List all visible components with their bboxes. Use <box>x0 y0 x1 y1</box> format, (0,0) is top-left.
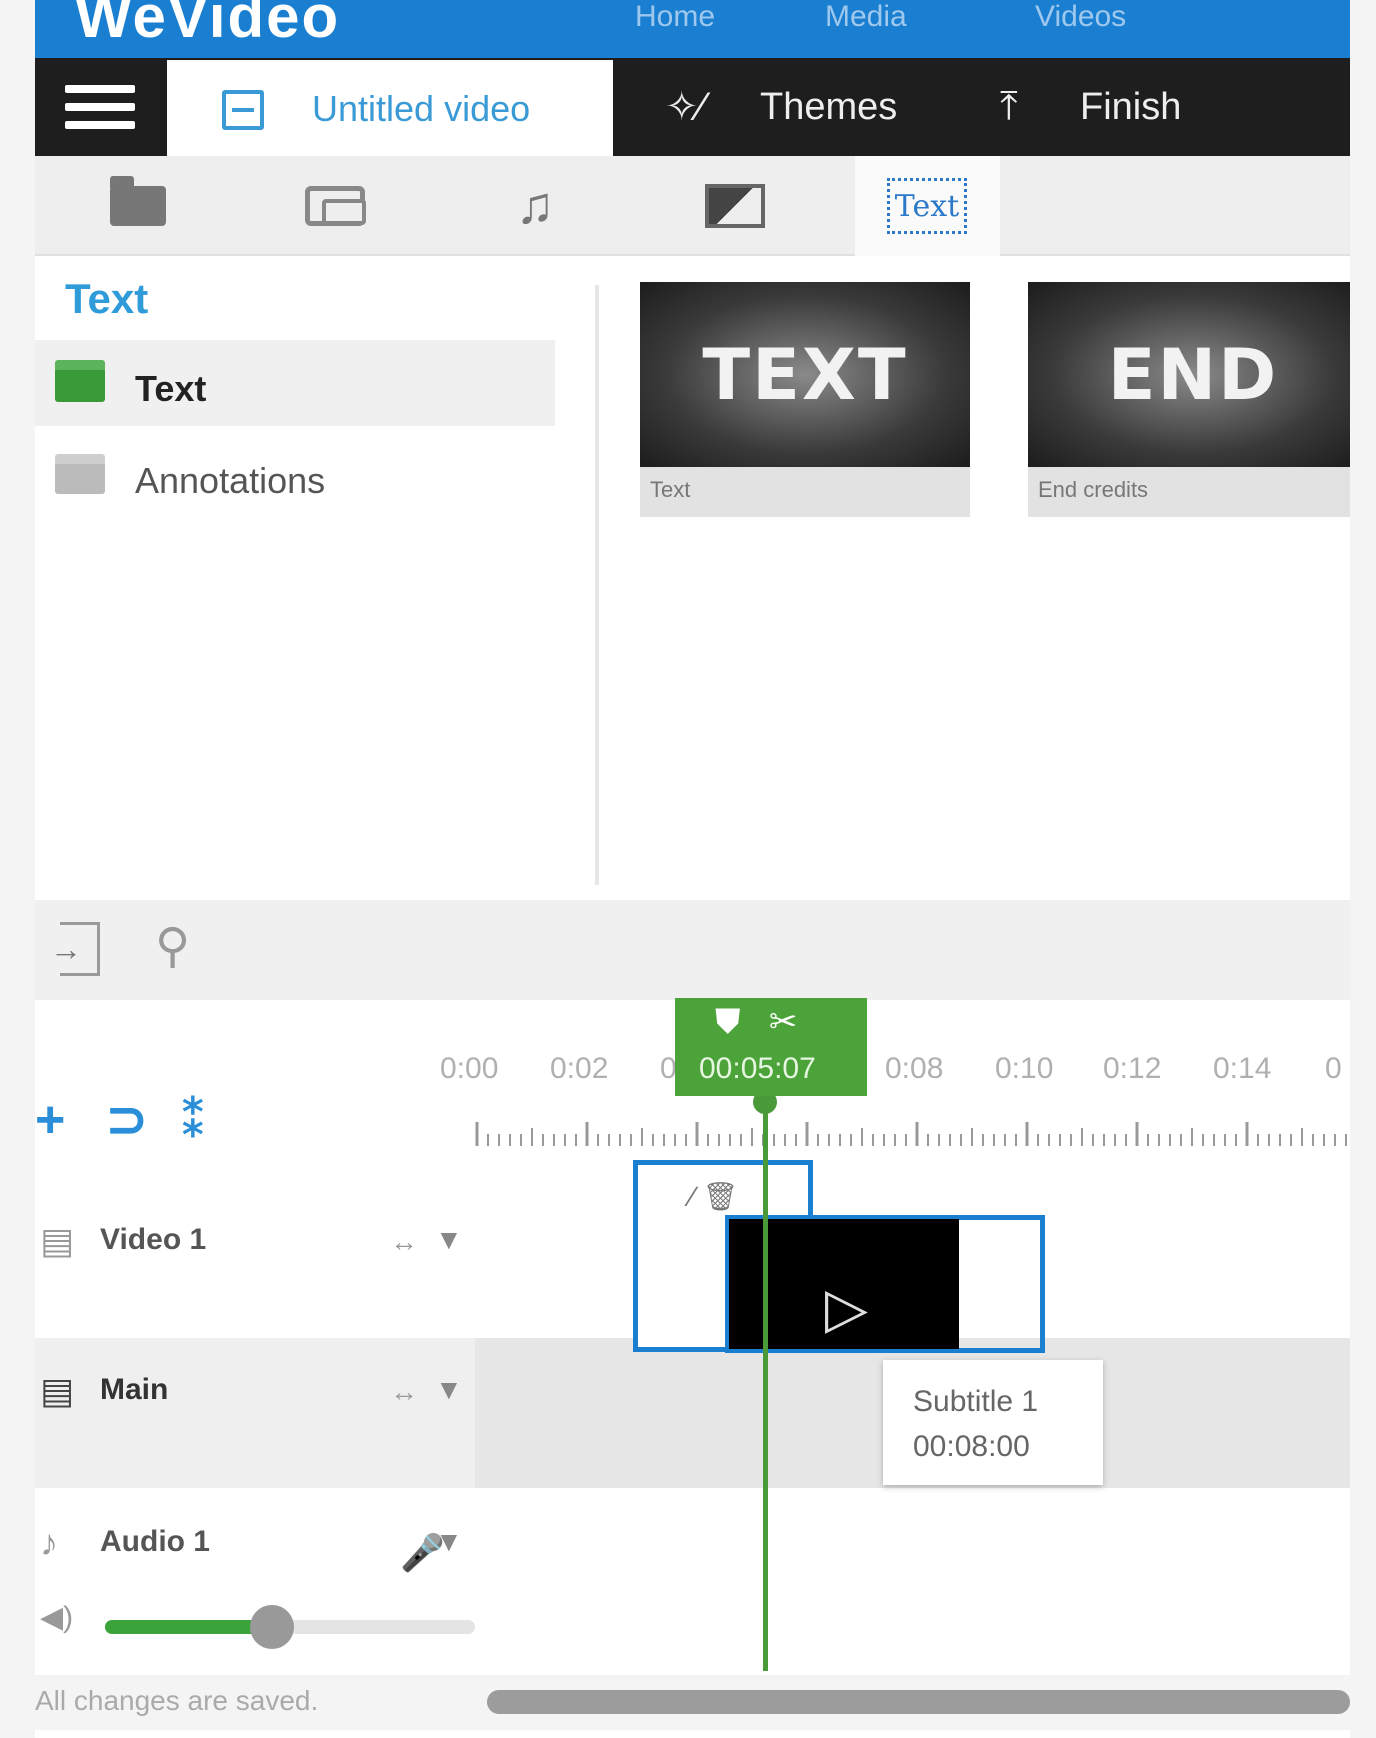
music-note-icon: ♫ <box>515 177 555 235</box>
tab-project[interactable]: Untitled video <box>167 60 613 156</box>
media-toolbar: ♫ Text <box>35 156 1350 256</box>
ruler-label: 0 <box>1325 1052 1342 1085</box>
split-scissors-icon[interactable]: ⛊ ✂ <box>715 1002 797 1042</box>
transitions-button[interactable] <box>300 174 370 238</box>
lock-icon[interactable]: ↔ <box>390 1376 418 1408</box>
tab-finish-label: Finish <box>1080 86 1182 128</box>
transitions-icon <box>305 186 366 226</box>
tooltip-title: Subtitle 1 <box>913 1385 1039 1418</box>
save-status: All changes are saved. <box>35 1685 319 1716</box>
overlay-button[interactable] <box>700 174 770 238</box>
folder-icon <box>110 176 166 226</box>
template-caption: End credits <box>1038 477 1149 502</box>
nav-videos[interactable]: Videos <box>1035 0 1126 34</box>
timeline-scrollbar[interactable] <box>487 1690 1350 1714</box>
text-tool-button[interactable]: Text <box>855 156 1000 256</box>
folder-icon <box>55 454 105 494</box>
playhead-time: 00:05:07 <box>699 1052 816 1085</box>
thumbnail-text: TEXT <box>702 333 908 416</box>
mouse-cursor-icon: ▷ <box>825 1276 869 1339</box>
library-title: Text <box>65 275 149 322</box>
clip-actions[interactable]: ∕ 🗑 <box>690 1180 738 1213</box>
tab-bar: Untitled video ✧∕ Themes ⤒ Finish <box>35 58 1350 156</box>
track-header-main[interactable]: ▤ Main ↔ ▼ <box>35 1338 475 1488</box>
ruler-label: 0:08 <box>885 1052 944 1085</box>
category-text[interactable]: Text <box>35 340 555 426</box>
brand-bar: WeVideo Home Media Videos <box>35 0 1350 58</box>
template-thumbnail: TEXT <box>640 282 970 467</box>
import-icon[interactable] <box>50 922 100 976</box>
timeline-toolbar: ⚲ <box>35 900 1350 1000</box>
add-track-icon[interactable]: + <box>35 1090 65 1150</box>
category-annotations[interactable]: Annotations <box>35 432 555 512</box>
film-icon <box>222 90 264 130</box>
chevron-down-icon[interactable]: ▼ <box>435 1374 463 1406</box>
track-label: Main <box>100 1373 169 1406</box>
microphone-icon[interactable]: 🎤 <box>400 1532 445 1574</box>
upload-icon: ⤒ <box>1000 84 1018 128</box>
track-label: Audio 1 <box>100 1525 210 1558</box>
template-caption: Text <box>650 477 691 502</box>
audio-button[interactable]: ♫ <box>500 174 570 238</box>
ruler-label: 0:10 <box>995 1052 1054 1085</box>
volume-icon[interactable]: ◀) <box>40 1600 73 1635</box>
music-note-icon: ♪ <box>40 1522 58 1563</box>
panel-divider <box>595 285 599 885</box>
volume-slider-fill <box>105 1620 272 1634</box>
editor-window: WeVideo Home Media Videos Untitled video… <box>35 0 1350 1738</box>
chevron-down-icon[interactable]: ▼ <box>435 1224 463 1256</box>
track-label: Video 1 <box>100 1223 207 1256</box>
tooltip-time: 00:08:00 <box>913 1430 1030 1463</box>
ruler-label: 0:12 <box>1103 1052 1162 1085</box>
split-icon[interactable]: ⁑ <box>180 1090 207 1150</box>
playhead-flag[interactable]: ⛊ ✂ 00:05:07 <box>675 998 867 1096</box>
tab-themes-label: Themes <box>760 86 898 128</box>
overlay-icon <box>705 184 765 228</box>
folder-open-icon <box>55 360 105 402</box>
right-margin <box>1350 0 1376 1738</box>
track-header-video-1[interactable]: ▤ Video 1 ↔ ▼ <box>35 1188 475 1338</box>
magic-wand-icon: ✧∕ <box>665 85 706 129</box>
volume-slider-thumb[interactable] <box>250 1605 294 1649</box>
end-credits-template-item[interactable]: END End credits <box>1028 282 1350 517</box>
media-folder-button[interactable] <box>103 174 173 238</box>
project-title[interactable]: Untitled video <box>312 88 530 130</box>
category-label: Annotations <box>135 460 326 501</box>
ruler-label: 0:14 <box>1213 1052 1272 1085</box>
left-margin <box>0 0 35 1738</box>
playhead-line[interactable] <box>763 1096 768 1671</box>
film-icon: ▤ <box>40 1370 75 1411</box>
nav-media[interactable]: Media <box>825 0 907 34</box>
template-thumbnail: END <box>1028 282 1350 467</box>
magnet-icon[interactable]: ⊃ <box>105 1090 149 1150</box>
film-icon: ▤ <box>40 1220 75 1261</box>
drag-tooltip: Subtitle 1 00:08:00 <box>883 1360 1103 1485</box>
track-lane-audio-1[interactable] <box>475 1490 1350 1640</box>
hamburger-menu-icon[interactable] <box>35 58 165 156</box>
nav-home[interactable]: Home <box>635 0 715 34</box>
ruler-label: 0:00 <box>440 1052 499 1085</box>
thumbnail-text: END <box>1107 333 1279 416</box>
text-template-item[interactable]: TEXT Text <box>640 282 970 517</box>
brand-logo[interactable]: WeVideo <box>75 0 340 51</box>
lock-icon[interactable]: ↔ <box>390 1226 418 1258</box>
text-tool-icon: Text <box>887 178 967 234</box>
ruler-label: 0:02 <box>550 1052 609 1085</box>
search-icon[interactable]: ⚲ <box>155 918 190 974</box>
category-label: Text <box>135 368 207 409</box>
ruler-ticks <box>475 1122 1347 1146</box>
